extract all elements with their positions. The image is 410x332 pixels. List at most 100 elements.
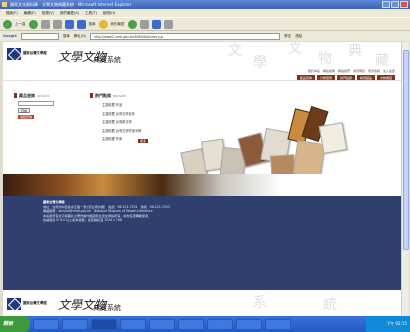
more-button[interactable]: 更多 — [138, 139, 149, 143]
top-nav-bookmark[interactable]: 加入最愛 — [383, 69, 395, 73]
menu-favorites[interactable]: 我的最愛(A) — [60, 11, 79, 16]
bottom-brand-bar: 國家台灣文學館 文學文物 典藏系統 系 統 — [3, 290, 401, 316]
hot-panel-subtitle: BROWSE — [113, 94, 127, 98]
search-icon[interactable] — [76, 19, 86, 29]
ie-icon — [2, 2, 7, 7]
media-icon[interactable] — [127, 19, 137, 29]
taskbar-item[interactable] — [91, 318, 117, 330]
maximize-button[interactable] — [391, 1, 399, 8]
start-button[interactable]: 開始 — [0, 316, 30, 332]
hot-list-item[interactable]: ‧ 主題收藏 作家 — [100, 136, 141, 141]
artifact-photo — [292, 140, 326, 178]
close-button[interactable] — [400, 1, 408, 8]
footer-line: 建議使用 IE 6.0 以上版本瀏覽，最佳解析度 1024 x 768 — [43, 218, 122, 223]
org-name: 國家台灣文學館 — [23, 301, 47, 305]
search-button[interactable]: 查詢 — [18, 108, 30, 113]
banner-strip — [3, 174, 401, 196]
print-icon[interactable] — [163, 19, 173, 29]
top-nav-sitemap[interactable]: 網站地圖 — [323, 69, 335, 73]
top-nav-contact[interactable]: 聯絡我們 — [338, 69, 350, 73]
menu-view[interactable]: 檢視(V) — [42, 11, 54, 16]
favorites-label[interactable]: 我的最愛 — [111, 22, 125, 27]
search-panel-subtitle: SEARCH — [37, 94, 50, 98]
taskbar-item[interactable] — [207, 318, 233, 330]
watermark-char: 文 — [288, 42, 302, 57]
taskbar-item[interactable] — [236, 318, 262, 330]
hot-panel-title: 熱門點閱 BROWSE — [95, 93, 126, 99]
taskbar-item[interactable] — [33, 318, 59, 330]
refresh-icon[interactable] — [52, 19, 62, 29]
taskbar-item[interactable] — [178, 318, 204, 330]
top-nav: 關於本館 網站地圖 聯絡我們 常見問題 意見信箱 加入最愛 — [308, 69, 395, 73]
site-footer: 國家台灣文學館 地址：台南市中西區中正路一號 (原台南州廳) 電話：06-221… — [3, 196, 401, 290]
links-label[interactable]: 連結 — [295, 34, 302, 39]
scrollbar-thumb[interactable] — [403, 50, 409, 250]
site-brand-sub: 典藏系統 — [93, 304, 121, 312]
hot-list: ‧ 主題收藏 作品 ‧ 主題收藏 台灣文學百年 ‧ 主題收藏 台灣新文學 ‧ 主… — [100, 102, 141, 145]
google-label: Google — [3, 34, 17, 38]
window-controls — [382, 1, 408, 8]
search-label[interactable]: 搜尋 — [89, 22, 96, 27]
hot-list-item[interactable]: ‧ 主題收藏 台灣文學百年 — [100, 111, 141, 116]
clock[interactable]: 下午 02:15 — [386, 321, 407, 326]
system-tray: 下午 02:15 — [366, 316, 410, 332]
menu-edit[interactable]: 編輯(E) — [24, 11, 36, 16]
watermark-char: 學 — [253, 55, 267, 71]
vertical-scrollbar[interactable] — [401, 42, 409, 316]
taskbar-item[interactable] — [120, 318, 146, 330]
google-search-button[interactable]: 搜尋 — [63, 34, 70, 39]
panel-marker-icon — [14, 93, 17, 98]
site-header: 國家台灣文學館 文學文物 典藏系統 文 學 文 物 典 藏 關於本館 網站地圖 … — [3, 42, 401, 81]
site-brand-sub: 典藏系統 — [93, 56, 121, 64]
museum-logo-icon[interactable] — [7, 298, 21, 310]
top-nav-faq[interactable]: 常見問題 — [353, 69, 365, 73]
taskbar-item[interactable] — [149, 318, 175, 330]
search-panel-title: 藏品查詢 SEARCH — [19, 93, 49, 99]
watermark-char: 藏 — [375, 53, 389, 69]
back-label[interactable]: 上一頁 — [15, 22, 26, 27]
minimize-button[interactable] — [382, 1, 390, 8]
taskbar-item[interactable] — [265, 318, 291, 330]
home-icon[interactable] — [64, 19, 74, 29]
address-bar: Google 搜尋 網址(D) http://www2.nmtl.gov.tw:… — [0, 30, 410, 41]
stop-icon[interactable] — [40, 19, 50, 29]
address-input[interactable]: http://www2.nmtl.gov.tw:8080/lib/index.j… — [90, 32, 281, 40]
watermark-char: 統 — [323, 297, 337, 313]
menu-tools[interactable]: 工具(T) — [85, 11, 97, 16]
browser-toolbar: 上一頁 搜尋 我的最愛 — [0, 17, 410, 30]
museum-logo-icon[interactable] — [7, 48, 21, 60]
artifact-photo — [318, 122, 348, 154]
top-nav-feedback[interactable]: 意見信箱 — [368, 69, 380, 73]
menu-help[interactable]: 說明(H) — [103, 11, 115, 16]
watermark-char: 典 — [348, 43, 362, 59]
search-input[interactable] — [18, 101, 54, 106]
hot-list-item[interactable]: ‧ 主題收藏 作品 — [100, 102, 141, 107]
back-arrow-icon[interactable] — [3, 19, 12, 29]
google-search-input[interactable] — [20, 32, 59, 40]
taskbar: 開始 下午 02:15 — [0, 316, 410, 332]
hot-panel-title-text: 熱門點閱 — [95, 93, 111, 98]
top-nav-about[interactable]: 關於本館 — [308, 69, 320, 73]
search-panel-title-text: 藏品查詢 — [19, 93, 35, 98]
hot-list-item[interactable]: ‧ 主題收藏 台灣新文學 — [100, 119, 141, 124]
org-name: 國家台灣文學館 — [23, 51, 47, 55]
page-viewport: 國家台灣文學館 文學文物 典藏系統 文 學 文 物 典 藏 關於本館 網站地圖 … — [3, 42, 401, 316]
menu-bar: 檔案(F) 編輯(E) 檢視(V) 我的最愛(A) 工具(T) 說明(H) — [0, 9, 410, 17]
header-divider — [3, 80, 401, 81]
favorites-star-icon[interactable] — [98, 19, 108, 29]
watermark-char: 物 — [318, 51, 332, 67]
menu-file[interactable]: 檔案(F) — [6, 11, 18, 16]
advanced-search-button[interactable]: 進階查詢 — [18, 115, 35, 119]
panel-marker-icon — [90, 93, 93, 98]
taskbar-item[interactable] — [62, 318, 88, 330]
watermark-char: 文 — [228, 43, 242, 59]
mail-icon[interactable] — [151, 19, 161, 29]
go-button[interactable]: 移至 — [284, 34, 291, 39]
window-title-bar: 國家文化資料庫 - 文學文物典藏系統 - Microsoft Internet … — [0, 0, 410, 9]
watermark-char: 系 — [253, 295, 267, 311]
forward-arrow-icon[interactable] — [28, 19, 38, 29]
window-title: 國家文化資料庫 - 文學文物典藏系統 - Microsoft Internet … — [10, 2, 132, 7]
hot-list-item[interactable]: ‧ 主題收藏 台灣文學作家手稿 — [100, 128, 141, 133]
history-icon[interactable] — [139, 19, 149, 29]
address-label: 網址(D) — [73, 33, 87, 38]
